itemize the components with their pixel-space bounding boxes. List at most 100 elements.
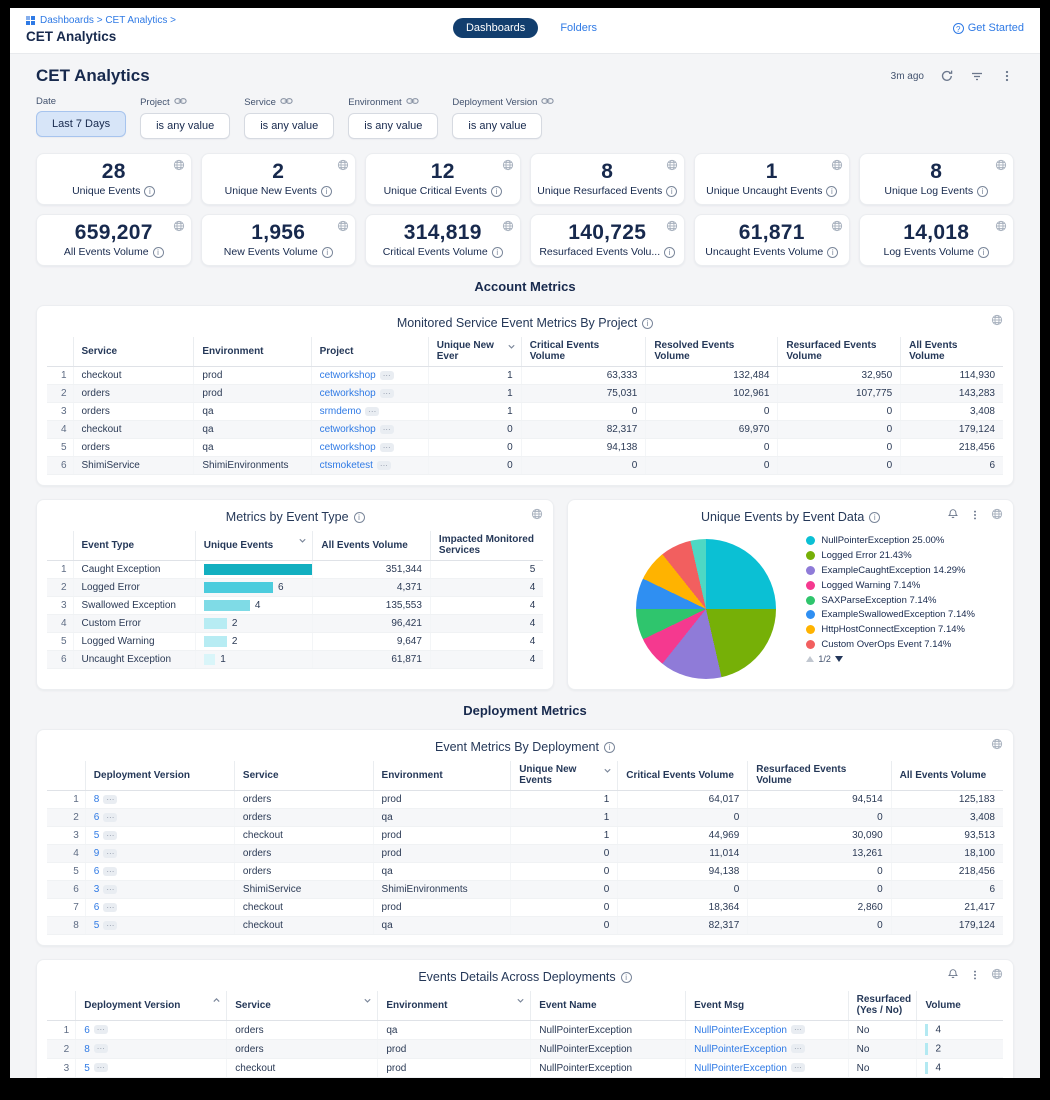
more-chip[interactable]: ··· — [103, 795, 117, 804]
info-icon[interactable]: i — [826, 186, 837, 197]
info-icon[interactable]: i — [664, 247, 675, 258]
more-chip[interactable]: ··· — [103, 867, 117, 876]
column-header-all-events-volume[interactable]: All Events Volume — [891, 761, 1003, 791]
bell-icon[interactable] — [947, 968, 959, 980]
info-icon[interactable]: i — [492, 247, 503, 258]
pie-chart[interactable] — [636, 539, 776, 679]
more-chip[interactable]: ··· — [94, 1025, 108, 1034]
cell-link[interactable]: cetworkshop — [320, 424, 376, 435]
cell-link[interactable]: NullPointerException — [694, 1025, 787, 1036]
more-chip[interactable]: ··· — [365, 407, 379, 416]
more-chip[interactable]: ··· — [103, 921, 117, 930]
legend-item-nullpointerexception[interactable]: NullPointerException 25.00% — [806, 535, 996, 547]
more-chip[interactable]: ··· — [103, 903, 117, 912]
column-header-project[interactable]: Project — [311, 337, 428, 367]
column-header-event-type[interactable]: Event Type — [73, 531, 195, 561]
info-icon[interactable]: i — [869, 512, 880, 523]
column-header-service[interactable]: Service — [227, 991, 378, 1021]
column-header-all-events-volume[interactable]: All Events Volume — [313, 531, 431, 561]
legend-item-exampleswallowedexception[interactable]: ExampleSwallowedException 7.14% — [806, 609, 996, 621]
legend-item-examplecaughtexception[interactable]: ExampleCaughtException 14.29% — [806, 565, 996, 577]
info-icon[interactable]: i — [321, 186, 332, 197]
column-header-unique-new-ever[interactable]: Unique New Ever — [428, 337, 521, 367]
info-icon[interactable]: i — [977, 186, 988, 197]
info-icon[interactable]: i — [827, 247, 838, 258]
more-chip[interactable]: ··· — [380, 425, 394, 434]
more-chip[interactable]: ··· — [103, 831, 117, 840]
cell-link[interactable]: 3 — [94, 884, 100, 895]
more-chip[interactable]: ··· — [94, 1063, 108, 1072]
cell-link[interactable]: srmdemo — [320, 406, 362, 417]
legend-item-logged-error[interactable]: Logged Error 21.43% — [806, 550, 996, 562]
cell-link[interactable]: ctsmoketest — [320, 460, 373, 471]
column-header-critical-events-volume[interactable]: Critical Events Volume — [618, 761, 748, 791]
info-icon[interactable]: i — [322, 247, 333, 258]
cell-link[interactable]: 5 — [84, 1063, 90, 1074]
info-icon[interactable]: i — [144, 186, 155, 197]
filter-value-button[interactable]: Last 7 Days — [36, 111, 126, 137]
cell-link[interactable]: 6 — [94, 866, 100, 877]
column-header-environment[interactable]: Environment — [373, 761, 511, 791]
filter-icon[interactable] — [970, 69, 984, 83]
column-header-event-name[interactable]: Event Name — [531, 991, 686, 1021]
more-chip[interactable]: ··· — [380, 371, 394, 380]
legend-page-up-icon[interactable] — [806, 656, 814, 662]
cell-link[interactable]: 8 — [94, 794, 100, 805]
legend-item-logged-warning[interactable]: Logged Warning 7.14% — [806, 580, 996, 592]
bell-icon[interactable] — [947, 508, 959, 520]
info-icon[interactable]: i — [978, 247, 989, 258]
cell-link[interactable]: 6 — [94, 902, 100, 913]
info-icon[interactable]: i — [491, 186, 502, 197]
column-header-resurfaced[interactable]: Resurfaced(Yes / No) — [848, 991, 917, 1021]
more-chip[interactable]: ··· — [94, 1044, 108, 1053]
more-chip[interactable]: ··· — [103, 849, 117, 858]
column-header-service[interactable]: Service — [73, 337, 194, 367]
refresh-icon[interactable] — [940, 69, 954, 83]
tab-dashboards[interactable]: Dashboards — [453, 18, 538, 38]
column-header-event-msg[interactable]: Event Msg — [686, 991, 849, 1021]
info-icon[interactable]: i — [354, 512, 365, 523]
more-chip[interactable]: ··· — [377, 461, 391, 470]
more-chip[interactable]: ··· — [103, 813, 117, 822]
legend-page-down-icon[interactable] — [835, 656, 843, 662]
filter-value-button[interactable]: is any value — [244, 113, 334, 139]
filter-value-button[interactable]: is any value — [140, 113, 230, 139]
cell-link[interactable]: 5 — [94, 830, 100, 841]
kebab-menu-icon[interactable] — [969, 508, 981, 520]
column-header-critical-events-volume[interactable]: Critical Events Volume — [521, 337, 646, 367]
cell-link[interactable]: 6 — [94, 812, 100, 823]
cell-link[interactable]: 8 — [84, 1044, 90, 1055]
column-header-impacted-monitored-services[interactable]: Impacted Monitored Services — [430, 531, 543, 561]
cell-link[interactable]: 9 — [94, 848, 100, 859]
info-icon[interactable]: i — [153, 247, 164, 258]
more-chip[interactable]: ··· — [791, 1025, 805, 1034]
more-chip[interactable]: ··· — [791, 1063, 805, 1072]
cell-link[interactable]: NullPointerException — [694, 1044, 787, 1055]
column-header-environment[interactable]: Environment — [378, 991, 531, 1021]
cell-link[interactable]: 5 — [94, 920, 100, 931]
column-header-all-events-volume[interactable]: All Events Volume — [901, 337, 1003, 367]
kebab-menu-icon[interactable] — [969, 968, 981, 980]
more-chip[interactable]: ··· — [103, 885, 117, 894]
cell-link[interactable]: cetworkshop — [320, 370, 376, 381]
column-header-deployment-version[interactable]: Deployment Version — [85, 761, 234, 791]
legend-item-custom-overops-event[interactable]: Custom OverOps Event 7.14% — [806, 639, 996, 651]
column-header-resolved-events-volume[interactable]: Resolved Events Volume — [646, 337, 778, 367]
column-header-deployment-version[interactable]: Deployment Version — [76, 991, 227, 1021]
more-chip[interactable]: ··· — [380, 389, 394, 398]
column-header-resurfaced-events-volume[interactable]: Resurfaced Events Volume — [748, 761, 891, 791]
cell-link[interactable]: 6 — [84, 1025, 90, 1036]
legend-item-saxparseexception[interactable]: SAXParseException 7.14% — [806, 595, 996, 607]
more-chip[interactable]: ··· — [380, 443, 394, 452]
info-icon[interactable]: i — [621, 972, 632, 983]
more-chip[interactable]: ··· — [791, 1044, 805, 1053]
info-icon[interactable]: i — [666, 186, 677, 197]
column-header-service[interactable]: Service — [234, 761, 373, 791]
get-started-link[interactable]: ? Get Started — [953, 22, 1024, 34]
info-icon[interactable]: i — [642, 318, 653, 329]
column-header-resurfaced-events-volume[interactable]: Resurfaced Events Volume — [778, 337, 901, 367]
filter-value-button[interactable]: is any value — [348, 113, 438, 139]
column-header-volume[interactable]: Volume — [917, 991, 1003, 1021]
filter-value-button[interactable]: is any value — [452, 113, 542, 139]
info-icon[interactable]: i — [604, 742, 615, 753]
